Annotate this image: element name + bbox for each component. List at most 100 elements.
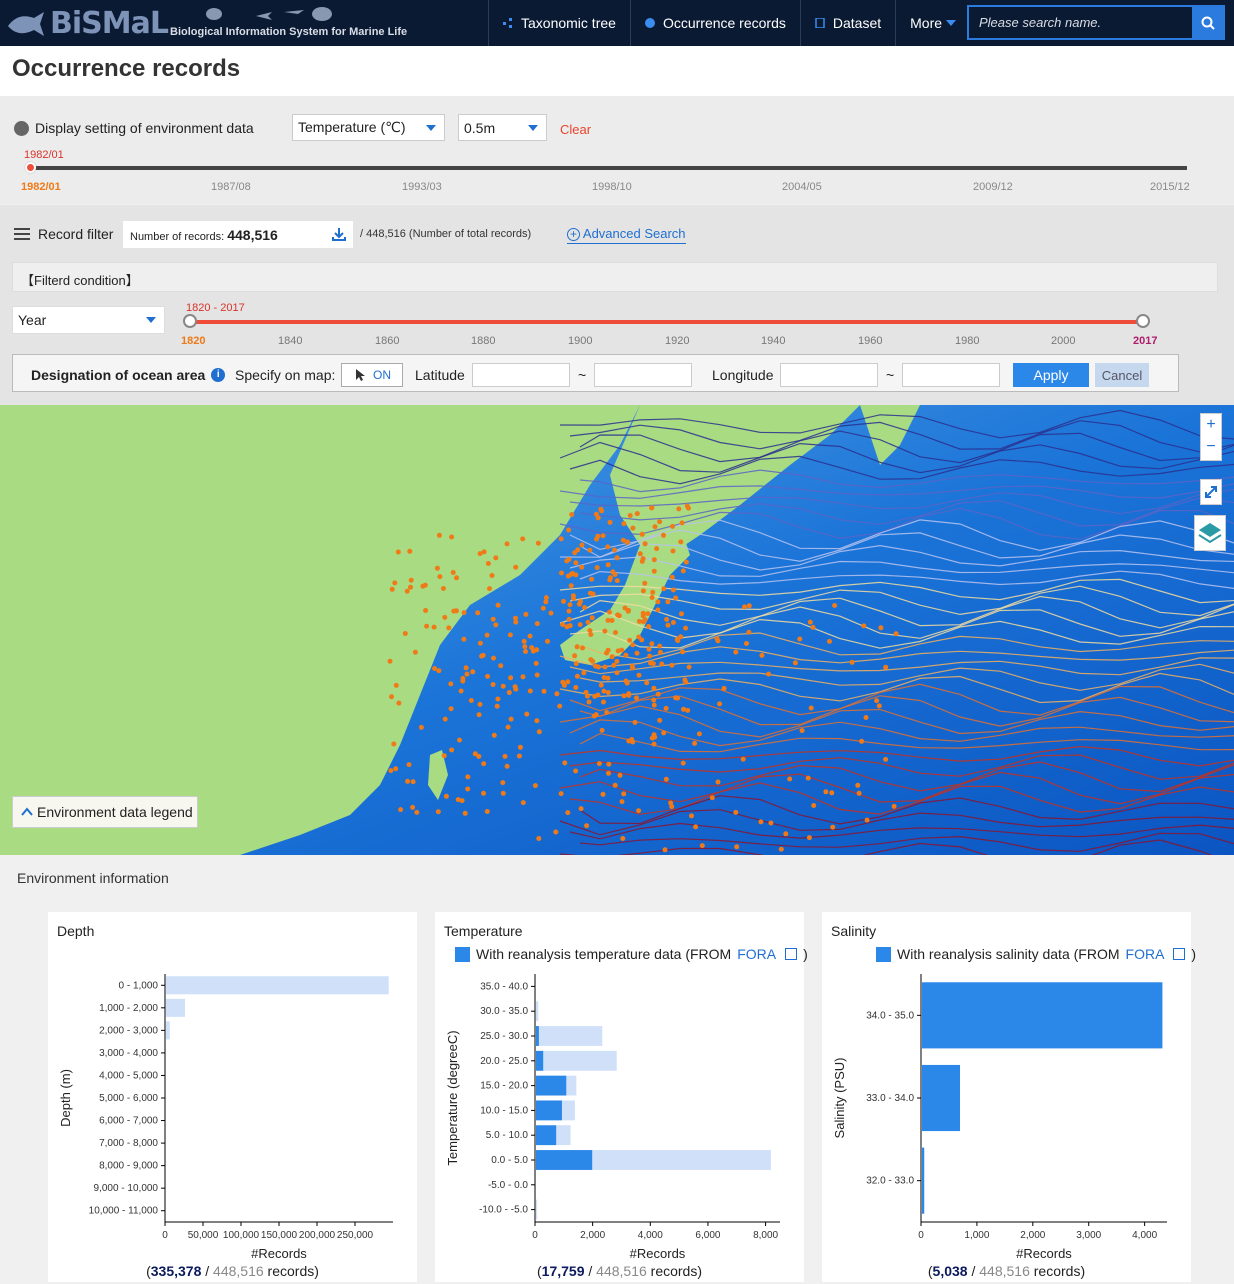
bar (536, 1150, 593, 1170)
y-tick-label: 5.0 - 10.0 (486, 1130, 529, 1141)
occurrence-point (495, 602, 501, 608)
occurrence-point (545, 638, 550, 644)
occurrence-point (582, 605, 588, 610)
year-slider-track[interactable] (190, 320, 1143, 324)
occurrence-point (529, 645, 535, 651)
latitude-min-input[interactable] (472, 363, 570, 387)
map-canvas[interactable] (0, 405, 1234, 855)
occurrence-point (468, 698, 474, 703)
occurrence-point (689, 813, 694, 819)
time-tick: 1982/01 (21, 181, 61, 193)
occurrence-point (693, 824, 699, 830)
occurrence-point (485, 561, 491, 566)
bismal-logo[interactable]: BiSMaL Biological Information System for… (6, 4, 426, 42)
longitude-max-input[interactable] (902, 363, 1000, 387)
info-icon[interactable]: i (211, 368, 226, 382)
layers-button[interactable] (1194, 515, 1226, 551)
occurrence-point (598, 682, 604, 688)
occurrence-point (696, 731, 702, 737)
nav-more[interactable]: More (895, 0, 970, 46)
occurrence-point (792, 660, 798, 666)
bar (922, 982, 1163, 1049)
y-tick-label: 33.0 - 34.0 (866, 1093, 914, 1104)
nav-occurrence-records[interactable]: Occurrence records (629, 0, 800, 46)
y-tick-label: 10.0 - 15.0 (480, 1105, 528, 1116)
y-tick-label: 15.0 - 20.0 (480, 1081, 528, 1092)
y-tick-label: 8,000 - 9,000 (99, 1161, 158, 1172)
latitude-max-input[interactable] (594, 363, 692, 387)
y-tick-label: 25.0 - 30.0 (480, 1031, 528, 1042)
occurrence-point (627, 513, 633, 518)
depth-select[interactable]: 0.5m (458, 114, 547, 141)
occurrence-point (604, 709, 610, 715)
record-count-box: Number of records: 448,516 (123, 221, 353, 248)
occurrence-point (680, 649, 686, 655)
x-tick-label: 0 (532, 1230, 538, 1241)
occurrence-point (606, 761, 612, 767)
year-tick: 1840 (278, 335, 303, 347)
occurrence-point (405, 778, 411, 784)
year-slider-end-handle[interactable] (1136, 314, 1150, 328)
longitude-min-input[interactable] (780, 363, 878, 387)
occurrence-point (392, 580, 398, 586)
search-icon (1201, 16, 1215, 30)
advanced-search-link[interactable]: + Advanced Search (567, 226, 686, 244)
search-button[interactable] (1192, 7, 1223, 38)
occurrence-point (513, 564, 519, 570)
occurrence-point (676, 506, 682, 512)
fullscreen-button[interactable] (1200, 479, 1222, 505)
occurrence-point (535, 540, 541, 546)
specify-on-map-toggle[interactable]: ON (341, 363, 403, 387)
zoom-out-button[interactable]: − (1201, 436, 1221, 458)
occurrence-point (505, 724, 511, 730)
occurrence-point (679, 520, 685, 526)
occurrence-point (601, 688, 607, 694)
nav-dataset[interactable]: Dataset (799, 0, 895, 46)
occurrence-point (485, 673, 491, 679)
occurrence-point (811, 803, 817, 808)
occurrence-point (580, 645, 585, 651)
time-slider-handle[interactable] (25, 162, 36, 173)
occurrence-point (605, 544, 611, 550)
filter-field-select[interactable]: Year (12, 306, 165, 334)
occurrence-point (829, 790, 835, 796)
occurrence-point (584, 823, 590, 829)
clear-link[interactable]: Clear (560, 122, 591, 137)
toggle-label: ON (373, 368, 391, 382)
pointer-icon (356, 369, 365, 381)
occurrence-point (601, 675, 607, 680)
occurrence-point (477, 551, 483, 557)
occurrence-point (642, 617, 648, 622)
download-icon[interactable] (332, 227, 346, 241)
occurrence-point (649, 641, 655, 647)
occurrence-point (686, 664, 692, 670)
occurrence-point (640, 610, 646, 616)
fish-logo-icon (8, 12, 44, 36)
occurrence-point (451, 608, 457, 614)
time-slider-track[interactable] (30, 166, 1187, 170)
occurrence-point (654, 546, 660, 552)
zoom-in-button[interactable]: + (1201, 414, 1221, 436)
nav-taxonomic-tree[interactable]: Taxonomic tree (488, 0, 630, 46)
x-tick-label: 8,000 (753, 1230, 778, 1241)
occurrence-point (387, 658, 393, 664)
occurrence-point (572, 550, 578, 556)
chart-summary: (17,759 / 448,516 records) (536, 1263, 702, 1279)
occurrence-point (522, 644, 528, 650)
x-tick-label: 4,000 (1132, 1230, 1157, 1241)
occurrence-point (595, 533, 601, 539)
cancel-button[interactable]: Cancel (1095, 363, 1149, 387)
occurrence-point (557, 703, 563, 709)
occurrence-point (577, 622, 583, 628)
occurrence-point (639, 637, 645, 643)
search-input[interactable] (969, 7, 1192, 38)
environment-legend-toggle[interactable]: Environment data legend (12, 796, 198, 828)
time-tick: 2015/12 (1150, 181, 1190, 193)
year-slider-start-handle[interactable] (183, 314, 197, 328)
apply-button[interactable]: Apply (1013, 363, 1089, 387)
occurrence-point (655, 607, 661, 613)
occurrence-point (651, 568, 657, 574)
occurrence-map[interactable]: + − (0, 405, 1234, 855)
variable-select[interactable]: Temperature (℃) (292, 114, 445, 141)
occurrence-point (619, 799, 625, 805)
